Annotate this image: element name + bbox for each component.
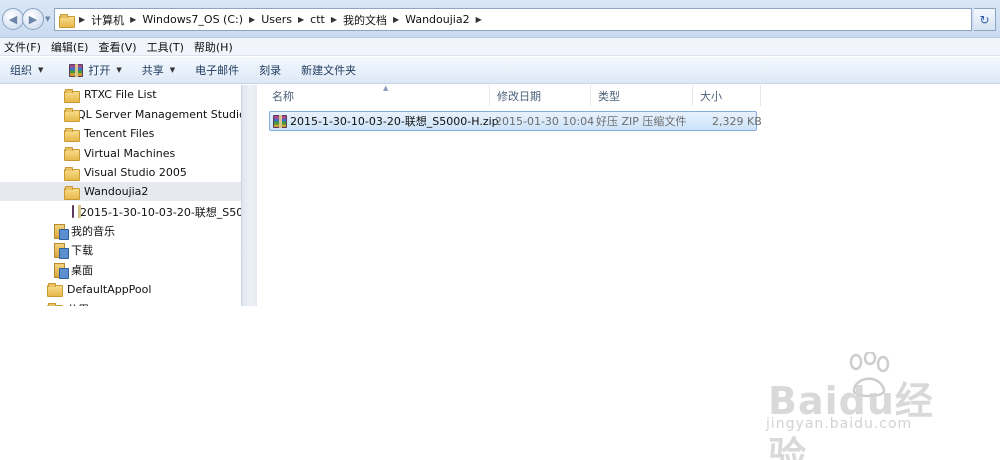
breadcrumb-separator-icon[interactable]: ▶ — [331, 15, 337, 24]
tree-item-downloads[interactable]: 下载 — [0, 241, 241, 260]
file-modified-cell: 2015-01-30 10:04 — [495, 114, 595, 128]
column-header-label: 大小 — [700, 89, 722, 103]
column-header-label: 类型 — [598, 89, 620, 103]
organize-label: 组织 — [10, 64, 32, 77]
breadcrumb-my-documents[interactable]: 我的文档 — [343, 12, 387, 28]
column-header-name[interactable]: 名称 ▲ — [265, 84, 490, 106]
breadcrumb-users[interactable]: Users — [261, 13, 292, 26]
breadcrumb-drive-c[interactable]: Windows7_OS (C:) — [142, 13, 243, 26]
navigation-pane[interactable]: RTXC File List SQL Server Management Stu… — [0, 85, 241, 306]
folder-icon — [64, 127, 80, 142]
file-size-cell: 2,329 KB — [712, 114, 762, 128]
column-header-size[interactable]: 大小 — [693, 85, 761, 106]
forward-arrow-icon: ▶ — [28, 12, 38, 26]
chevron-down-icon: ▼ — [169, 66, 176, 74]
tree-item-label: 下载 — [71, 244, 93, 257]
email-label: 电子邮件 — [195, 64, 240, 77]
folder-icon — [64, 147, 80, 161]
column-header-label: 修改日期 — [497, 89, 541, 103]
tree-item-tencent-files[interactable]: Tencent Files — [0, 124, 241, 143]
tree-item-public[interactable]: 公用 — [0, 299, 241, 306]
column-header-type[interactable]: 类型 — [591, 85, 693, 106]
address-field[interactable]: ▶ 计算机 ▶ Windows7_OS (C:) ▶ Users ▶ ctt ▶… — [54, 8, 972, 31]
tree-item-label: 桌面 — [71, 263, 93, 277]
tree-item-my-music[interactable]: 我的音乐 — [0, 221, 241, 240]
share-label: 共享 — [141, 64, 164, 77]
tree-item-label: 2015-1-30-10-03-20-联想_S5000-H.zip — [80, 205, 241, 219]
share-button[interactable]: 共享 ▼ — [132, 57, 185, 84]
breadcrumb-separator-icon[interactable]: ▶ — [249, 15, 255, 24]
refresh-button[interactable]: ↻ — [974, 8, 996, 31]
winrar-archive-icon — [72, 205, 81, 218]
tree-item-label: SQL Server Management Studio — [70, 107, 241, 121]
tree-item-label: Tencent Files — [84, 127, 155, 140]
burn-button[interactable]: 刻录 — [249, 57, 291, 84]
back-arrow-icon: ◀ — [8, 12, 18, 26]
email-button[interactable]: 电子邮件 — [185, 57, 249, 84]
burn-label: 刻录 — [259, 64, 282, 77]
file-name: 2015-1-30-10-03-20-联想_S5000-H.zip — [290, 115, 499, 128]
forward-button[interactable]: ▶ — [22, 8, 44, 30]
tree-item-zip-file[interactable]: 2015-1-30-10-03-20-联想_S5000-H.zip — [0, 202, 241, 221]
refresh-icon: ↻ — [979, 12, 990, 27]
tree-item-virtual-machines[interactable]: Virtual Machines — [0, 144, 241, 163]
menu-tools[interactable]: 工具(T) — [143, 39, 190, 55]
breadcrumb-separator-icon[interactable]: ▶ — [298, 15, 304, 24]
sort-ascending-icon: ▲ — [383, 84, 389, 92]
tree-item-rtxc-file-list[interactable]: RTXC File List — [0, 85, 241, 104]
blank-area — [0, 306, 1000, 460]
tree-item-wandoujia2[interactable]: Wandoujia2 — [0, 182, 241, 201]
winrar-archive-icon — [69, 63, 84, 77]
menu-view[interactable]: 查看(V) — [94, 39, 142, 55]
file-list-pane[interactable]: 名称 ▲ 修改日期 类型 大小 2015-1-30-10-03-20-联想_S5… — [257, 84, 1000, 306]
column-header-modified[interactable]: 修改日期 — [490, 85, 591, 106]
pane-splitter[interactable] — [241, 85, 257, 306]
file-name-cell[interactable]: 2015-1-30-10-03-20-联想_S5000-H.zip — [273, 112, 499, 130]
breadcrumb-ctt[interactable]: ctt — [310, 13, 325, 26]
open-label: 打开 — [88, 64, 111, 77]
tree-item-desktop[interactable]: 桌面 — [0, 260, 241, 279]
tree-item-label: Visual Studio 2005 — [84, 166, 187, 179]
folder-icon — [64, 166, 80, 181]
organize-button[interactable]: 组织 ▼ — [0, 57, 53, 84]
breadcrumb-computer[interactable]: 计算机 — [91, 12, 124, 28]
address-bar-region: ◀ ▶ ▼ ▶ 计算机 ▶ Windows7_OS (C:) ▶ Users ▶… — [0, 0, 1000, 38]
folder-icon — [64, 185, 80, 200]
winrar-archive-icon — [273, 114, 287, 128]
tree-item-defaultapppool[interactable]: DefaultAppPool — [0, 280, 241, 299]
file-row[interactable]: 2015-1-30-10-03-20-联想_S5000-H.zip 2015-0… — [269, 111, 762, 131]
breadcrumb-separator-icon[interactable]: ▶ — [393, 15, 399, 24]
recent-pages-dropdown-icon[interactable]: ▼ — [45, 15, 50, 23]
desktop-folder-icon — [54, 262, 69, 279]
new-folder-button[interactable]: 新建文件夹 — [291, 57, 366, 84]
open-button[interactable]: 打开 ▼ — [53, 57, 131, 84]
music-library-icon — [54, 223, 69, 240]
chevron-down-icon: ▼ — [116, 66, 122, 74]
tree-item-label: RTXC File List — [84, 88, 157, 101]
column-header-label: 名称 — [272, 89, 294, 103]
tree-item-label: 我的音乐 — [71, 224, 115, 238]
folder-icon — [64, 88, 80, 103]
tree-item-label: Wandoujia2 — [84, 185, 149, 198]
breadcrumb-separator-icon[interactable]: ▶ — [79, 15, 85, 24]
file-type-cell: 好压 ZIP 压缩文件 — [596, 115, 687, 128]
new-folder-label: 新建文件夹 — [301, 64, 357, 77]
downloads-folder-icon — [54, 243, 69, 259]
tree-item-label: DefaultAppPool — [67, 282, 152, 296]
menu-edit[interactable]: 编辑(E) — [47, 39, 95, 55]
breadcrumb-separator-icon[interactable]: ▶ — [476, 15, 482, 24]
tree-item-sql-server-management-studio[interactable]: SQL Server Management Studio — [0, 105, 241, 124]
breadcrumb-wandoujia2[interactable]: Wandoujia2 — [405, 13, 469, 26]
tree-item-visual-studio-2005[interactable]: Visual Studio 2005 — [0, 163, 241, 182]
tree-item-label: Virtual Machines — [84, 146, 176, 160]
folder-icon — [47, 283, 63, 297]
menu-bar: 文件(F) 编辑(E) 查看(V) 工具(T) 帮助(H) — [0, 38, 1000, 56]
breadcrumb-separator-icon[interactable]: ▶ — [130, 15, 136, 24]
menu-help[interactable]: 帮助(H) — [190, 39, 239, 55]
command-bar: 组织 ▼ 打开 ▼ 共享 ▼ 电子邮件 刻录 新建文件夹 — [0, 57, 1000, 84]
chevron-down-icon: ▼ — [38, 66, 44, 74]
back-button[interactable]: ◀ — [2, 8, 24, 30]
folder-icon — [59, 13, 75, 28]
menu-file[interactable]: 文件(F) — [0, 39, 47, 55]
